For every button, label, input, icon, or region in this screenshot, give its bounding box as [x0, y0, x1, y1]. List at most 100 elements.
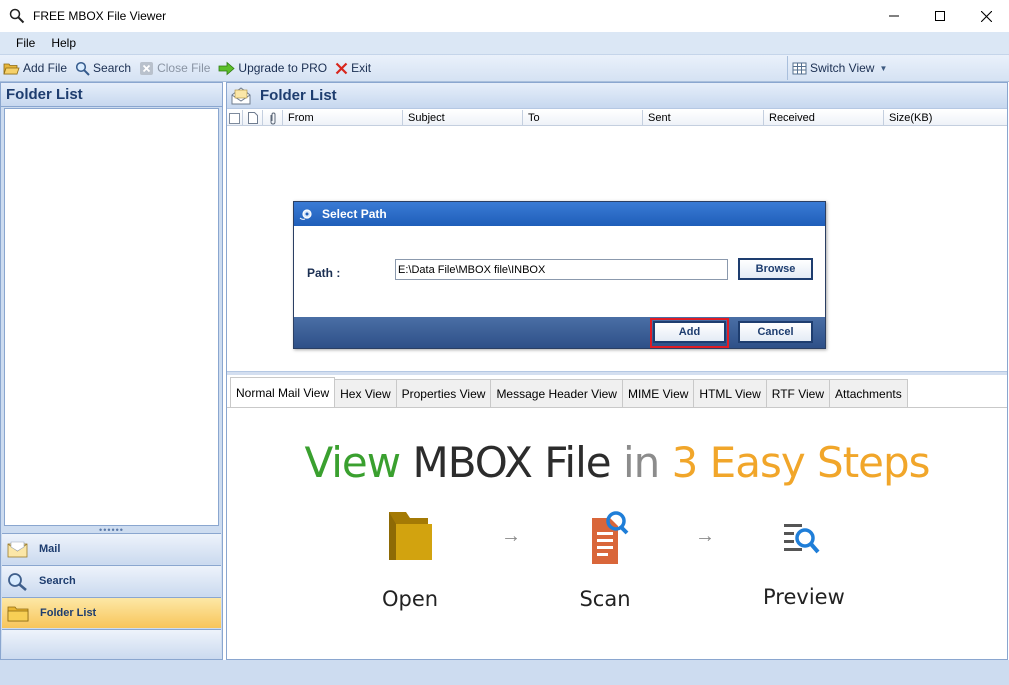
column-document[interactable] — [243, 110, 263, 126]
gear-icon — [299, 209, 312, 220]
step-preview: Preview — [763, 512, 845, 609]
list-search-icon — [784, 524, 820, 554]
upgrade-button[interactable]: Upgrade to PRO — [214, 57, 331, 79]
tab-hex-view[interactable]: Hex View — [334, 379, 397, 408]
nav-mail-label: Mail — [39, 543, 61, 555]
close-icon — [980, 10, 992, 22]
nav-mail[interactable]: Mail — [2, 533, 221, 564]
nav-filler — [2, 629, 221, 659]
search-icon — [75, 61, 90, 76]
nav-search-label: Search — [39, 575, 76, 587]
close-button[interactable] — [963, 0, 1009, 32]
add-file-label: Add File — [23, 61, 68, 75]
arrow-right-icon — [219, 61, 236, 75]
maximize-icon — [935, 11, 945, 21]
close-file-button[interactable]: Close File — [135, 57, 214, 79]
magnifier-icon — [8, 572, 27, 591]
menu-file[interactable]: File — [8, 36, 43, 50]
open-folder-icon — [3, 63, 20, 74]
nav-folder-list[interactable]: Folder List — [2, 597, 221, 628]
folder-tree[interactable] — [4, 108, 219, 526]
headline-view: View — [304, 438, 401, 487]
inbox-icon — [231, 86, 251, 104]
close-file-label: Close File — [157, 61, 211, 75]
search-button[interactable]: Search — [71, 57, 135, 79]
grip-dots-icon: •••••• — [99, 524, 124, 535]
status-bar — [0, 660, 1009, 685]
envelope-icon — [7, 541, 28, 557]
select-all-checkbox[interactable] — [227, 110, 243, 126]
title-bar: FREE MBOX File Viewer — [0, 0, 1009, 32]
cancel-button[interactable]: Cancel — [738, 321, 813, 343]
menu-bar: File Help — [0, 32, 1009, 54]
menu-help[interactable]: Help — [43, 36, 84, 50]
document-icon — [247, 112, 258, 124]
tab-properties-view[interactable]: Properties View — [395, 379, 492, 408]
mail-grid-header: From Subject To Sent Received Size(KB) — [227, 110, 1007, 126]
preview-panel: View MBOX File in 3 Easy Steps Open → Sc… — [227, 407, 1007, 659]
step-open: Open — [377, 510, 443, 611]
exit-x-icon — [335, 62, 348, 74]
magnifier-icon — [9, 8, 25, 24]
dialog-title-bar: Select Path — [294, 202, 825, 226]
step-scan-label: Scan — [579, 587, 631, 611]
add-file-button[interactable]: Add File — [0, 57, 71, 79]
tab-message-header-view[interactable]: Message Header View — [490, 379, 623, 408]
step-scan: Scan — [572, 508, 638, 611]
left-pane-splitter[interactable]: •••••• — [1, 524, 222, 535]
nav-search[interactable]: Search — [2, 565, 221, 596]
window-controls — [871, 0, 1009, 32]
exit-label: Exit — [351, 61, 372, 75]
paperclip-icon — [270, 111, 275, 125]
column-from[interactable]: From — [283, 110, 403, 126]
toolbar: Add File Search Close File Upgrade to PR… — [0, 54, 1009, 82]
right-pane: Folder List From Subject To Sent Receive… — [226, 82, 1008, 660]
upgrade-label: Upgrade to PRO — [238, 61, 328, 75]
headline-in: in — [622, 438, 660, 487]
path-label: Path : — [307, 266, 341, 280]
dialog-body: Path : Browse — [294, 226, 825, 317]
arrow-right-icon: → — [695, 525, 715, 547]
tab-html-view[interactable]: HTML View — [693, 379, 767, 408]
nav-folder-list-label: Folder List — [40, 607, 97, 619]
column-to[interactable]: To — [523, 110, 643, 126]
browse-button[interactable]: Browse — [738, 258, 813, 280]
left-pane: Folder List •••••• Mail Search Folder Li… — [0, 82, 223, 660]
preview-headline: View MBOX File in 3 Easy Steps — [227, 438, 1007, 487]
switch-view-button[interactable]: Switch View ▼ — [787, 56, 1007, 80]
checkbox-icon — [229, 112, 240, 124]
headline-easy-steps: 3 Easy Steps — [671, 438, 931, 487]
column-attachment[interactable] — [263, 110, 283, 126]
column-subject[interactable]: Subject — [403, 110, 523, 126]
exit-button[interactable]: Exit — [331, 57, 375, 79]
headline-mbox-file: MBOX File — [412, 438, 611, 487]
view-tabs: Normal Mail View Hex View Properties Vie… — [227, 375, 1007, 408]
right-pane-header: Folder List — [227, 83, 1007, 109]
column-sent[interactable]: Sent — [643, 110, 764, 126]
tab-normal-mail-view[interactable]: Normal Mail View — [230, 377, 336, 408]
window-title: FREE MBOX File Viewer — [33, 9, 167, 23]
step-open-label: Open — [381, 587, 439, 611]
search-label: Search — [93, 61, 132, 75]
dialog-title: Select Path — [322, 207, 387, 221]
folder-icon — [389, 512, 432, 560]
select-path-dialog: Select Path Path : Browse Add Cancel — [293, 201, 826, 349]
step-preview-label: Preview — [763, 585, 845, 609]
folder-icon — [7, 606, 29, 621]
switch-view-label: Switch View — [810, 61, 875, 75]
grid-view-icon — [792, 62, 807, 74]
column-size[interactable]: Size(KB) — [884, 110, 1007, 126]
tab-mime-view[interactable]: MIME View — [621, 379, 695, 408]
minimize-icon — [889, 15, 899, 17]
tab-rtf-view[interactable]: RTF View — [765, 379, 831, 408]
minimize-button[interactable] — [871, 0, 917, 32]
column-received[interactable]: Received — [764, 110, 884, 126]
left-pane-title: Folder List — [1, 83, 222, 107]
chevron-down-icon: ▼ — [879, 63, 888, 73]
right-pane-title: Folder List — [260, 87, 337, 104]
maximize-button[interactable] — [917, 0, 963, 32]
path-input[interactable] — [395, 259, 728, 280]
close-file-icon — [140, 61, 154, 75]
tab-attachments[interactable]: Attachments — [829, 379, 908, 408]
arrow-right-icon: → — [501, 525, 521, 547]
